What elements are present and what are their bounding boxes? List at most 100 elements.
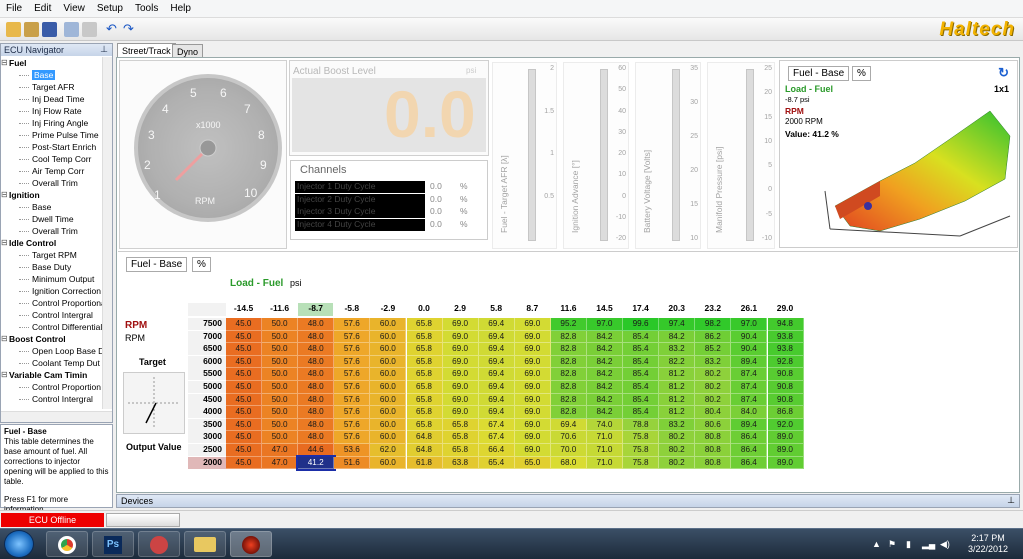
table-cell[interactable]: 57.6: [334, 393, 371, 407]
row-header[interactable]: 5000: [188, 381, 226, 394]
table-cell[interactable]: 85.2: [695, 343, 732, 356]
table-cell[interactable]: 47.0: [262, 444, 299, 457]
table-cell[interactable]: 80.2: [695, 368, 732, 381]
nav-item[interactable]: Coolant Temp Dut: [1, 357, 103, 369]
nav-item[interactable]: Control Differential: [1, 321, 103, 333]
table-cell[interactable]: 65.8: [442, 418, 479, 432]
table-cell[interactable]: 84.2: [587, 355, 623, 369]
table-cell[interactable]: 69.0: [514, 330, 551, 344]
table-cell[interactable]: 83.2: [659, 418, 696, 432]
open-folder-icon[interactable]: [6, 22, 21, 37]
row-header[interactable]: 7000: [188, 330, 226, 344]
table-cell[interactable]: 82.8: [550, 406, 587, 419]
save-icon[interactable]: [42, 22, 57, 37]
table-cell[interactable]: 75.8: [623, 456, 660, 470]
table-cell[interactable]: 48.0: [298, 418, 335, 432]
table-cell[interactable]: 65.8: [406, 393, 443, 407]
nav-item[interactable]: Overall Trim: [1, 177, 103, 189]
battery-icon[interactable]: ▮: [906, 539, 911, 550]
column-header[interactable]: 23.2: [695, 303, 731, 316]
table-cell[interactable]: 86.4: [731, 456, 768, 470]
table-cell[interactable]: 69.4: [478, 381, 515, 394]
table-cell[interactable]: 69.4: [478, 355, 515, 369]
table-cell[interactable]: 97.0: [731, 318, 768, 331]
table-cell[interactable]: 98.2: [695, 318, 732, 331]
table-cell[interactable]: 45.0: [226, 393, 262, 407]
nav-item[interactable]: Dwell Time: [1, 213, 103, 225]
table-cell[interactable]: 57.6: [334, 318, 371, 331]
column-header[interactable]: -11.6: [262, 303, 298, 316]
table-cell[interactable]: 86.2: [695, 330, 732, 344]
table-cell[interactable]: 69.0: [514, 343, 551, 356]
table-cell[interactable]: 48.0: [298, 393, 335, 407]
table-cell[interactable]: 82.8: [550, 330, 587, 344]
menu-help[interactable]: Help: [164, 0, 197, 14]
table-cell[interactable]: 69.0: [442, 381, 479, 394]
nav-item[interactable]: Base: [1, 69, 103, 81]
nav-item[interactable]: Open Loop Base D: [1, 345, 103, 357]
table-cell[interactable]: 83.2: [659, 343, 696, 356]
nav-item[interactable]: Prime Pulse Time: [1, 129, 103, 141]
paste-icon[interactable]: [82, 22, 97, 37]
nav-item[interactable]: Base Duty: [1, 261, 103, 273]
table-cell[interactable]: 65.8: [406, 318, 443, 331]
table-cell[interactable]: 70.6: [550, 431, 587, 444]
table-cell[interactable]: 81.2: [659, 381, 696, 394]
table-cell[interactable]: 57.6: [334, 355, 371, 369]
row-header[interactable]: 3000: [188, 431, 226, 445]
table-cell[interactable]: 69.4: [478, 343, 515, 356]
table-cell[interactable]: 82.8: [550, 393, 587, 407]
table-cell[interactable]: 80.8: [695, 431, 732, 444]
table-cell[interactable]: 74.0: [587, 418, 623, 432]
table-cell[interactable]: 67.4: [478, 418, 515, 432]
table-cell[interactable]: 45.0: [226, 318, 262, 331]
table-cell[interactable]: 82.8: [550, 381, 587, 394]
table-cell[interactable]: 60.0: [370, 330, 407, 344]
table-cell[interactable]: 60.0: [370, 355, 407, 369]
table-cell[interactable]: 69.0: [514, 318, 551, 331]
row-header[interactable]: 2500: [188, 444, 226, 457]
table-cell[interactable]: 69.0: [514, 393, 551, 407]
table-cell[interactable]: 83.2: [695, 355, 732, 369]
nav-item[interactable]: Post-Start Enrich: [1, 141, 103, 153]
table-cell[interactable]: 85.4: [623, 343, 660, 356]
column-header[interactable]: 29.0: [767, 303, 803, 316]
table-cell[interactable]: 97.4: [659, 318, 696, 331]
table-cell[interactable]: 90.8: [767, 381, 804, 394]
nav-group[interactable]: Boost Control: [1, 333, 103, 345]
table-cell[interactable]: 69.0: [442, 343, 479, 356]
table-cell[interactable]: 45.0: [226, 431, 262, 444]
table-cell[interactable]: 50.0: [262, 330, 299, 344]
table-cell[interactable]: 65.0: [514, 456, 551, 470]
nav-item[interactable]: Target RPM: [1, 249, 103, 261]
table-cell[interactable]: 48.0: [298, 343, 335, 356]
table-cell[interactable]: 69.0: [514, 431, 551, 444]
table-cell[interactable]: 69.0: [442, 318, 479, 331]
table-cell[interactable]: 69.4: [550, 418, 587, 432]
table-cell[interactable]: 60.0: [370, 381, 407, 394]
start-button[interactable]: [4, 530, 34, 558]
navigator-scrollbar[interactable]: [102, 57, 112, 409]
table-cell[interactable]: 69.4: [478, 406, 515, 419]
table-cell[interactable]: 57.6: [334, 330, 371, 344]
column-header[interactable]: 5.8: [478, 303, 514, 316]
column-header[interactable]: 20.3: [659, 303, 695, 316]
table-cell[interactable]: 82.8: [550, 368, 587, 381]
table-cell[interactable]: 93.8: [767, 343, 804, 356]
table-cell[interactable]: 45.0: [226, 381, 262, 394]
column-header[interactable]: 14.5: [587, 303, 622, 316]
table-cell[interactable]: 69.0: [514, 418, 551, 432]
table-cell[interactable]: 69.0: [514, 381, 551, 394]
row-header[interactable]: 4000: [188, 406, 226, 420]
nav-group[interactable]: Variable Cam Timin: [1, 369, 103, 381]
table-cell[interactable]: 50.0: [262, 418, 299, 432]
table-cell[interactable]: 60.0: [370, 368, 407, 381]
nav-item[interactable]: Control Intergral: [1, 393, 103, 405]
table-cell[interactable]: 80.2: [695, 381, 732, 394]
table-cell[interactable]: 65.8: [442, 444, 479, 457]
table-cell[interactable]: 51.6: [334, 456, 371, 470]
table-cell[interactable]: 44.6: [298, 444, 335, 457]
network-icon[interactable]: ▂▄: [922, 539, 935, 550]
table-cell[interactable]: 67.4: [478, 431, 515, 444]
table-cell[interactable]: 45.0: [226, 343, 262, 356]
